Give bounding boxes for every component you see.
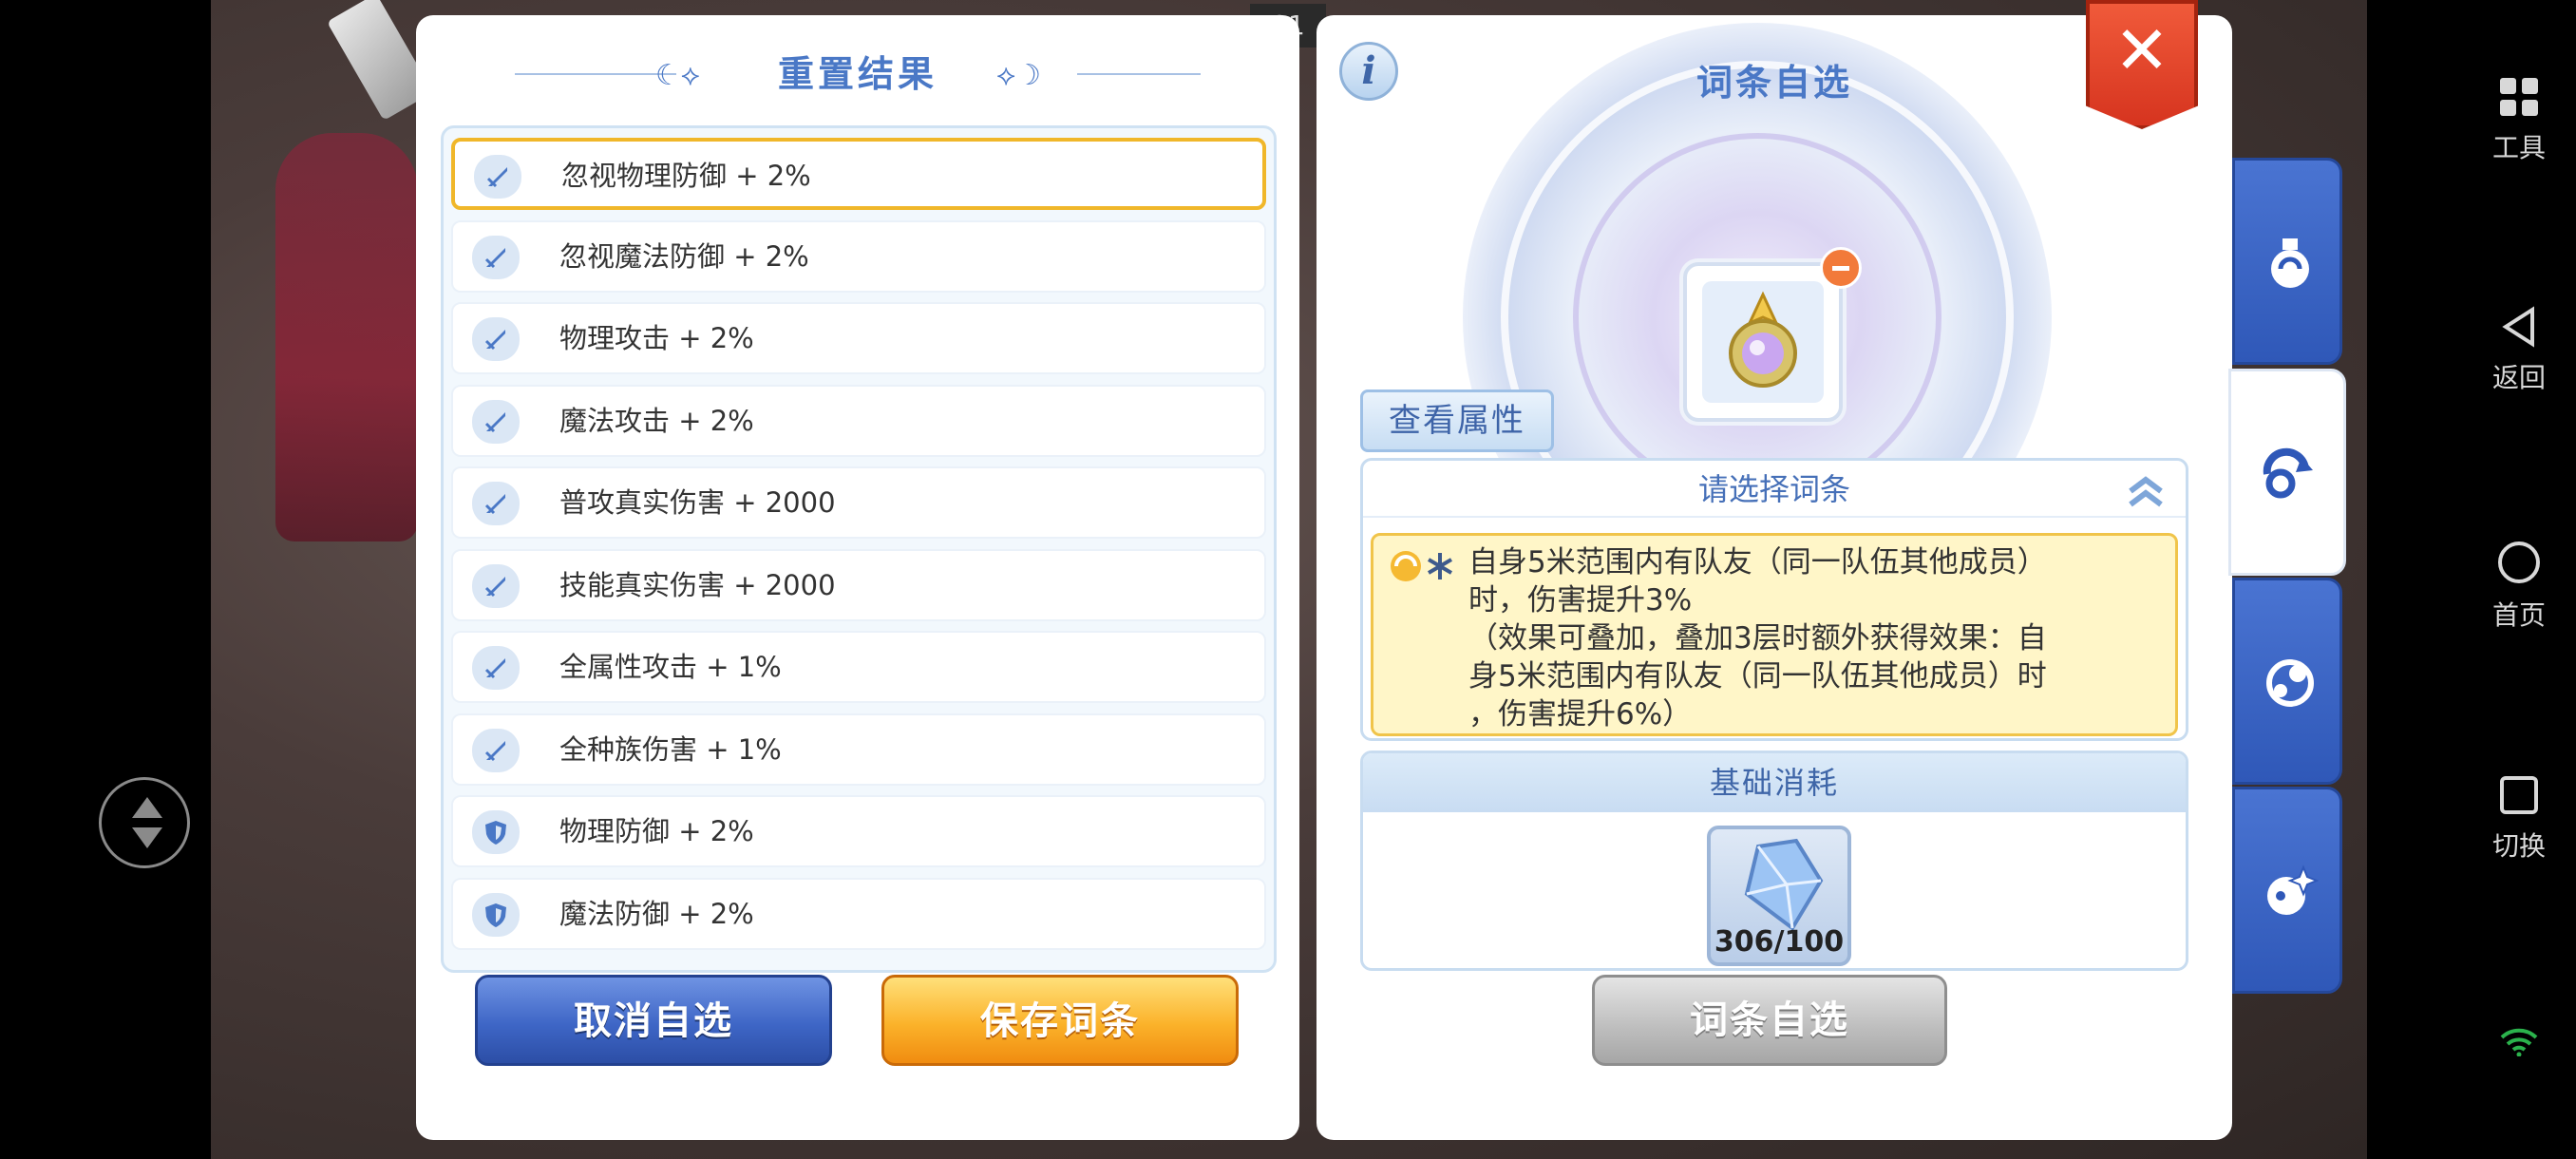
refresh-snowflake-icon: [1387, 547, 1463, 589]
affix-select-header[interactable]: 请选择词条: [1363, 461, 2186, 518]
attribute-row[interactable]: 魔法防御 + 2%: [451, 877, 1266, 950]
switch-label: 切换: [2491, 830, 2546, 862]
cost-count: 306/100: [1714, 925, 1845, 959]
affix-select-label: 请选择词条: [1697, 471, 1850, 507]
potion-icon: [2271, 238, 2309, 288]
tools-button[interactable]: 工具: [2462, 76, 2576, 165]
refresh-icon: [2263, 447, 2313, 499]
arrow-down-icon: [132, 827, 162, 848]
affix-description-text: 自身5米范围内有队友（同一队伍其他成员） 时，伤害提升3% （效果可叠加，叠加3…: [1468, 545, 2047, 732]
sword-icon: [472, 235, 520, 279]
attribute-row[interactable]: 忽视魔法防御 + 2%: [451, 219, 1266, 293]
left-panel-header: ☾⟡ 重置结果 ⟡☽: [416, 48, 1299, 101]
switch-button[interactable]: 切换: [2462, 774, 2576, 864]
attribute-row[interactable]: 忽视物理防御 + 2%: [451, 138, 1266, 210]
tab-orbit[interactable]: [2232, 578, 2342, 785]
scroll-toggle-button[interactable]: [99, 777, 190, 868]
moon-ornament-left-icon: ☾⟡: [655, 59, 700, 92]
attribute-label: 物理攻击 + 2%: [559, 322, 754, 354]
back-triangle-icon: [2502, 306, 2534, 348]
attribute-row[interactable]: 全属性攻击 + 1%: [451, 631, 1266, 703]
cost-item-slot[interactable]: 306/100: [1707, 826, 1851, 966]
square-icon: [2500, 776, 2538, 814]
attribute-list[interactable]: 忽视物理防御 + 2% 忽视魔法防御 + 2% 物理攻击 + 2% 魔法攻击 + 2%…: [441, 125, 1277, 973]
attribute-row[interactable]: 魔法攻击 + 2%: [451, 384, 1266, 457]
back-label: 返回: [2491, 362, 2546, 393]
sword-icon: [472, 482, 520, 525]
moon-ornament-right-icon: ⟡☽: [996, 59, 1041, 92]
skeleton-monster: [275, 133, 418, 542]
back-button[interactable]: 返回: [2462, 306, 2576, 395]
equipment-slot[interactable]: [1683, 262, 1843, 422]
home-button[interactable]: 首页: [2462, 540, 2576, 633]
tab-potion[interactable]: [2232, 158, 2342, 365]
system-navigation-bar: 工具 返回 首页 切换: [2462, 0, 2576, 1159]
sword-icon: [474, 155, 521, 199]
attribute-row[interactable]: 物理防御 + 2%: [451, 795, 1266, 867]
save-affix-button[interactable]: 保存词条: [881, 975, 1239, 1066]
affix-select-button[interactable]: 词条自选: [1592, 975, 1947, 1066]
remove-equipment-icon[interactable]: [1820, 247, 1862, 289]
arrow-up-icon: [132, 797, 162, 818]
wifi-icon: [2500, 1028, 2538, 1056]
attribute-label: 忽视魔法防御 + 2%: [559, 239, 809, 273]
base-cost-header: 基础消耗: [1363, 753, 2186, 812]
orbit-icon: [2266, 659, 2314, 707]
sword-icon: [472, 399, 520, 444]
home-circle-icon: [2498, 542, 2540, 583]
attribute-label: 魔法防御 + 2%: [559, 897, 754, 930]
sword-icon: [472, 646, 520, 690]
attribute-label: 忽视物理防御 + 2%: [561, 160, 811, 192]
attribute-label: 全种族伤害 + 1%: [559, 732, 782, 766]
tools-label: 工具: [2491, 132, 2546, 163]
view-attributes-button[interactable]: 查看属性: [1360, 390, 1554, 452]
attribute-row[interactable]: 物理攻击 + 2%: [451, 302, 1266, 374]
close-icon: ✕: [2113, 11, 2170, 89]
attribute-row[interactable]: 全种族伤害 + 1%: [451, 712, 1266, 786]
cancel-select-button[interactable]: 取消自选: [475, 975, 832, 1066]
affix-description[interactable]: 自身5米范围内有队友（同一队伍其他成员） 时，伤害提升3% （效果可叠加，叠加3…: [1371, 533, 2178, 736]
sword-icon: [472, 563, 520, 608]
affix-select-box: 请选择词条 自身5米范围内有队友（同一队伍其他成员） 时，伤害提升3% （效果可…: [1360, 458, 2188, 741]
attribute-label: 物理防御 + 2%: [559, 815, 754, 847]
attribute-label: 普攻真实伤害 + 2000: [559, 486, 836, 519]
close-button[interactable]: ✕: [2086, 0, 2198, 129]
attribute-row[interactable]: 普攻真实伤害 + 2000: [451, 466, 1266, 539]
attribute-label: 全属性攻击 + 1%: [559, 651, 782, 683]
crystal-icon: [1744, 838, 1824, 931]
grid-icon: [2500, 78, 2538, 116]
base-cost-box: 基础消耗 306/100: [1360, 750, 2188, 971]
equipment-icon: [1702, 281, 1824, 403]
tab-sparkle[interactable]: [2232, 787, 2342, 994]
title-divider-left: [515, 73, 676, 75]
shield-icon: [472, 810, 520, 854]
affix-select-panel: i 词条自选 查看属性 请选择词条 自身5米范围内有队友（同一队伍其他成员） 时…: [1316, 15, 2232, 1140]
shield-icon: [472, 892, 520, 937]
chevron-up-icon[interactable]: [2125, 474, 2167, 508]
attribute-row[interactable]: 技能真实伤害 + 2000: [451, 548, 1266, 621]
reset-result-panel: ☾⟡ 重置结果 ⟡☽ 忽视物理防御 + 2% 忽视魔法防御 + 2% 物理攻击 + …: [416, 15, 1299, 1140]
attribute-label: 魔法攻击 + 2%: [559, 404, 754, 437]
left-panel-title: 重置结果: [777, 53, 938, 95]
sparkle-icon: [2267, 864, 2319, 915]
tab-refresh[interactable]: [2228, 369, 2346, 576]
sword-icon: [472, 728, 520, 772]
attribute-label: 技能真实伤害 + 2000: [559, 568, 836, 601]
sword-icon: [472, 317, 520, 361]
title-divider-right: [1077, 73, 1201, 75]
home-label: 首页: [2491, 599, 2546, 631]
